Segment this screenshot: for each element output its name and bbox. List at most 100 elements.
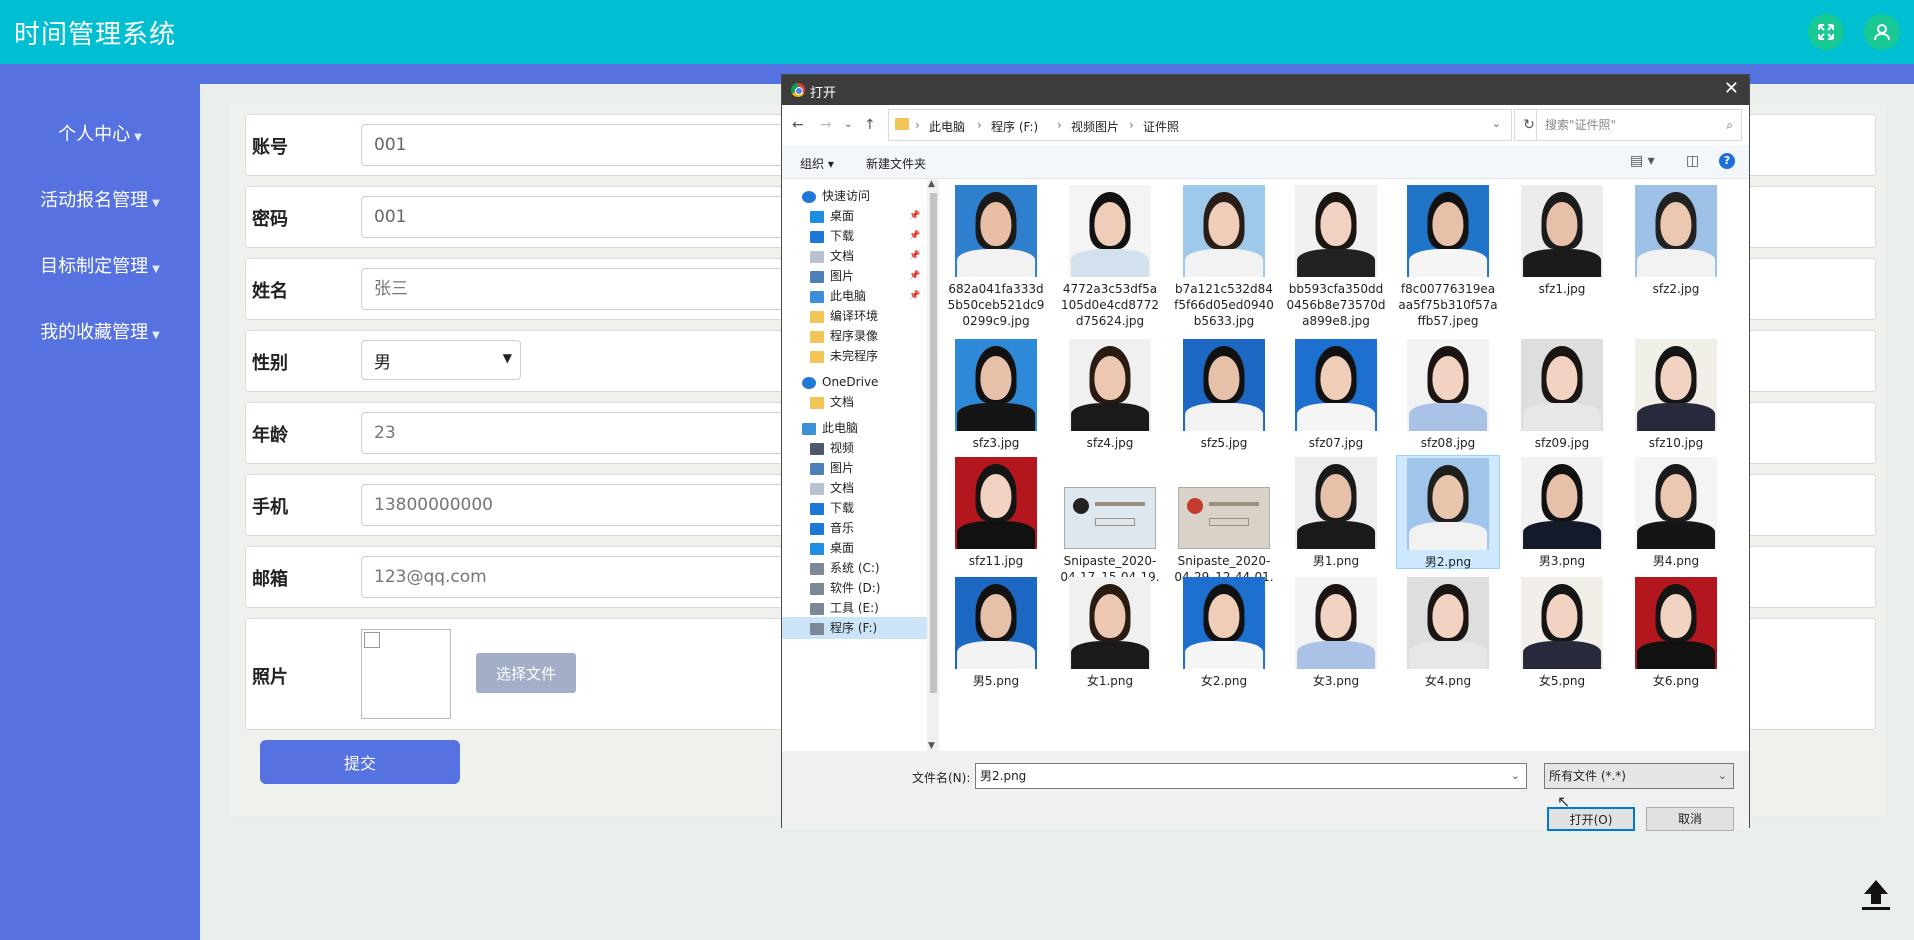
- nav-tree-item[interactable]: 桌面 📌: [782, 205, 927, 227]
- file-item[interactable]: 男1.png: [1284, 457, 1388, 569]
- computer-icon: [802, 422, 816, 435]
- scroll-down-icon[interactable]: ▼: [928, 741, 935, 751]
- scroll-up-icon[interactable]: ▲: [928, 179, 935, 189]
- drive-icon: [810, 622, 824, 635]
- breadcrumb-item[interactable]: 此电脑: [929, 118, 965, 135]
- file-item[interactable]: 男2.png: [1396, 455, 1500, 569]
- music-icon: [810, 522, 824, 535]
- nav-tree-label: 图片: [830, 269, 855, 283]
- folder-icon: [810, 330, 824, 343]
- nav-tree-item[interactable]: 文档: [782, 477, 927, 499]
- submit-button[interactable]: 提交: [260, 740, 460, 784]
- navigation-scrollbar[interactable]: ▲ ▼: [927, 179, 939, 751]
- file-item[interactable]: b7a121c532d84f5f66d05ed0940b5633.jpg: [1172, 185, 1276, 329]
- nav-tree-item[interactable]: 音乐: [782, 517, 927, 539]
- file-item[interactable]: f8c00776319eaaa5f75b310f57affb57.jpeg: [1396, 185, 1500, 329]
- file-item[interactable]: sfz07.jpg: [1284, 339, 1388, 451]
- nav-tree-item[interactable]: 软件 (D:): [782, 577, 927, 599]
- file-item[interactable]: 女4.png: [1396, 577, 1500, 689]
- new-folder-button[interactable]: 新建文件夹: [866, 155, 926, 172]
- sidebar-item-favorites[interactable]: 我的收藏管理 ▼: [0, 318, 200, 344]
- file-item[interactable]: 女5.png: [1510, 577, 1614, 689]
- file-item[interactable]: 女2.png: [1172, 577, 1276, 689]
- file-item[interactable]: sfz08.jpg: [1396, 339, 1500, 451]
- nav-tree-item[interactable]: 未完程序: [782, 345, 927, 367]
- sidebar-item-personal-center[interactable]: 个人中心 ▼: [0, 120, 200, 146]
- choose-file-button[interactable]: 选择文件: [476, 653, 576, 693]
- file-item[interactable]: 女6.png: [1624, 577, 1728, 689]
- chevron-down-icon[interactable]: ⌄: [1492, 117, 1501, 130]
- nav-tree-item[interactable]: 文档 📌: [782, 245, 927, 267]
- preview-pane-icon[interactable]: ◫: [1686, 153, 1699, 169]
- cancel-button[interactable]: 取消: [1646, 807, 1734, 831]
- nav-tree-item[interactable]: 图片 📌: [782, 265, 927, 287]
- forward-arrow-icon[interactable]: →: [820, 117, 832, 133]
- file-item[interactable]: sfz11.jpg: [944, 457, 1048, 569]
- organize-button[interactable]: 组织 ▾: [800, 155, 834, 172]
- file-item[interactable]: sfz4.jpg: [1058, 339, 1162, 451]
- file-item[interactable]: sfz3.jpg: [944, 339, 1048, 451]
- back-to-top-icon[interactable]: [1858, 876, 1894, 912]
- file-item[interactable]: 男4.png: [1624, 457, 1728, 569]
- file-item[interactable]: 682a041fa333d5b50ceb521dc90299c9.jpg: [944, 185, 1048, 329]
- file-name: 女5.png: [1538, 674, 1586, 688]
- file-item[interactable]: bb593cfa350dd0456b8e73570da899e8.jpg: [1284, 185, 1388, 329]
- gender-select[interactable]: 男 ▼: [361, 340, 521, 380]
- nav-tree-item[interactable]: 桌面: [782, 537, 927, 559]
- file-item[interactable]: sfz2.jpg: [1624, 185, 1728, 297]
- recent-dropdown-icon[interactable]: ⌄: [844, 119, 852, 130]
- nav-tree-item[interactable]: 工具 (E:): [782, 597, 927, 619]
- file-item[interactable]: 男3.png: [1510, 457, 1614, 569]
- download-icon: [810, 230, 824, 243]
- breadcrumb-item[interactable]: 证件照: [1143, 118, 1179, 135]
- nav-tree-item[interactable]: 此电脑 📌: [782, 285, 927, 307]
- nav-tree-item[interactable]: 下载 📌: [782, 225, 927, 247]
- nav-tree-item[interactable]: 系统 (C:): [782, 557, 927, 579]
- nav-tree-item[interactable]: 快速访问: [782, 185, 927, 207]
- nav-tree-item[interactable]: 文档: [782, 391, 927, 413]
- nav-tree-label: 此电脑: [822, 421, 859, 435]
- nav-tree-item[interactable]: OneDrive: [782, 371, 927, 393]
- image-thumbnail-icon: [1407, 339, 1489, 431]
- help-icon[interactable]: ?: [1719, 153, 1735, 169]
- file-item[interactable]: sfz10.jpg: [1624, 339, 1728, 451]
- sidebar-item-activity-signup[interactable]: 活动报名管理 ▼: [0, 186, 200, 212]
- nav-tree-item[interactable]: 视频: [782, 437, 927, 459]
- file-item[interactable]: sfz09.jpg: [1510, 339, 1614, 451]
- image-thumbnail-icon: [955, 457, 1037, 549]
- file-item[interactable]: sfz5.jpg: [1172, 339, 1276, 451]
- image-thumbnail-icon: [1069, 185, 1151, 277]
- breadcrumb-item[interactable]: 视频图片: [1071, 118, 1119, 135]
- fullscreen-button[interactable]: [1808, 14, 1844, 50]
- nav-tree-item[interactable]: 下载: [782, 497, 927, 519]
- up-arrow-icon[interactable]: ↑: [864, 117, 876, 133]
- search-input[interactable]: 搜索"证件照" ⌕: [1536, 109, 1742, 141]
- file-item[interactable]: 男5.png: [944, 577, 1048, 689]
- close-icon[interactable]: ✕: [1724, 78, 1739, 99]
- nav-tree-item[interactable]: 图片: [782, 457, 927, 479]
- file-item[interactable]: 女3.png: [1284, 577, 1388, 689]
- user-icon: [1874, 24, 1890, 41]
- file-name: 女4.png: [1424, 674, 1472, 688]
- sidebar-item-goal-setting[interactable]: 目标制定管理 ▼: [0, 252, 200, 278]
- scroll-thumb[interactable]: [930, 193, 937, 693]
- chevron-down-icon[interactable]: ⌄: [1511, 764, 1520, 788]
- nav-tree-item[interactable]: 程序录像: [782, 325, 927, 347]
- file-name: 4772a3c53df5a105d0e4cd8772d75624.jpg: [1061, 282, 1159, 328]
- file-item[interactable]: 4772a3c53df5a105d0e4cd8772d75624.jpg: [1058, 185, 1162, 329]
- filetype-select[interactable]: 所有文件 (*.*) ⌄: [1544, 763, 1734, 789]
- breadcrumb-item[interactable]: 程序 (F:): [991, 118, 1038, 135]
- nav-tree-item[interactable]: 此电脑: [782, 417, 927, 439]
- file-item[interactable]: 女1.png: [1058, 577, 1162, 689]
- file-name: sfz2.jpg: [1652, 282, 1700, 296]
- filename-input[interactable]: 男2.png ⌄: [975, 763, 1527, 789]
- user-button[interactable]: [1864, 14, 1900, 50]
- nav-tree-item[interactable]: 编译环境: [782, 305, 927, 327]
- file-item[interactable]: sfz1.jpg: [1510, 185, 1614, 297]
- chevron-down-icon: ⌄: [1717, 769, 1727, 782]
- image-thumbnail-icon: [1178, 487, 1270, 549]
- view-options-icon[interactable]: ▤ ▾: [1630, 153, 1655, 169]
- back-arrow-icon[interactable]: ←: [792, 117, 804, 133]
- nav-tree-item[interactable]: 程序 (F:): [782, 617, 927, 639]
- address-bar[interactable]: › 此电脑 › 程序 (F:) › 视频图片 › 证件照 ⌄: [888, 109, 1512, 141]
